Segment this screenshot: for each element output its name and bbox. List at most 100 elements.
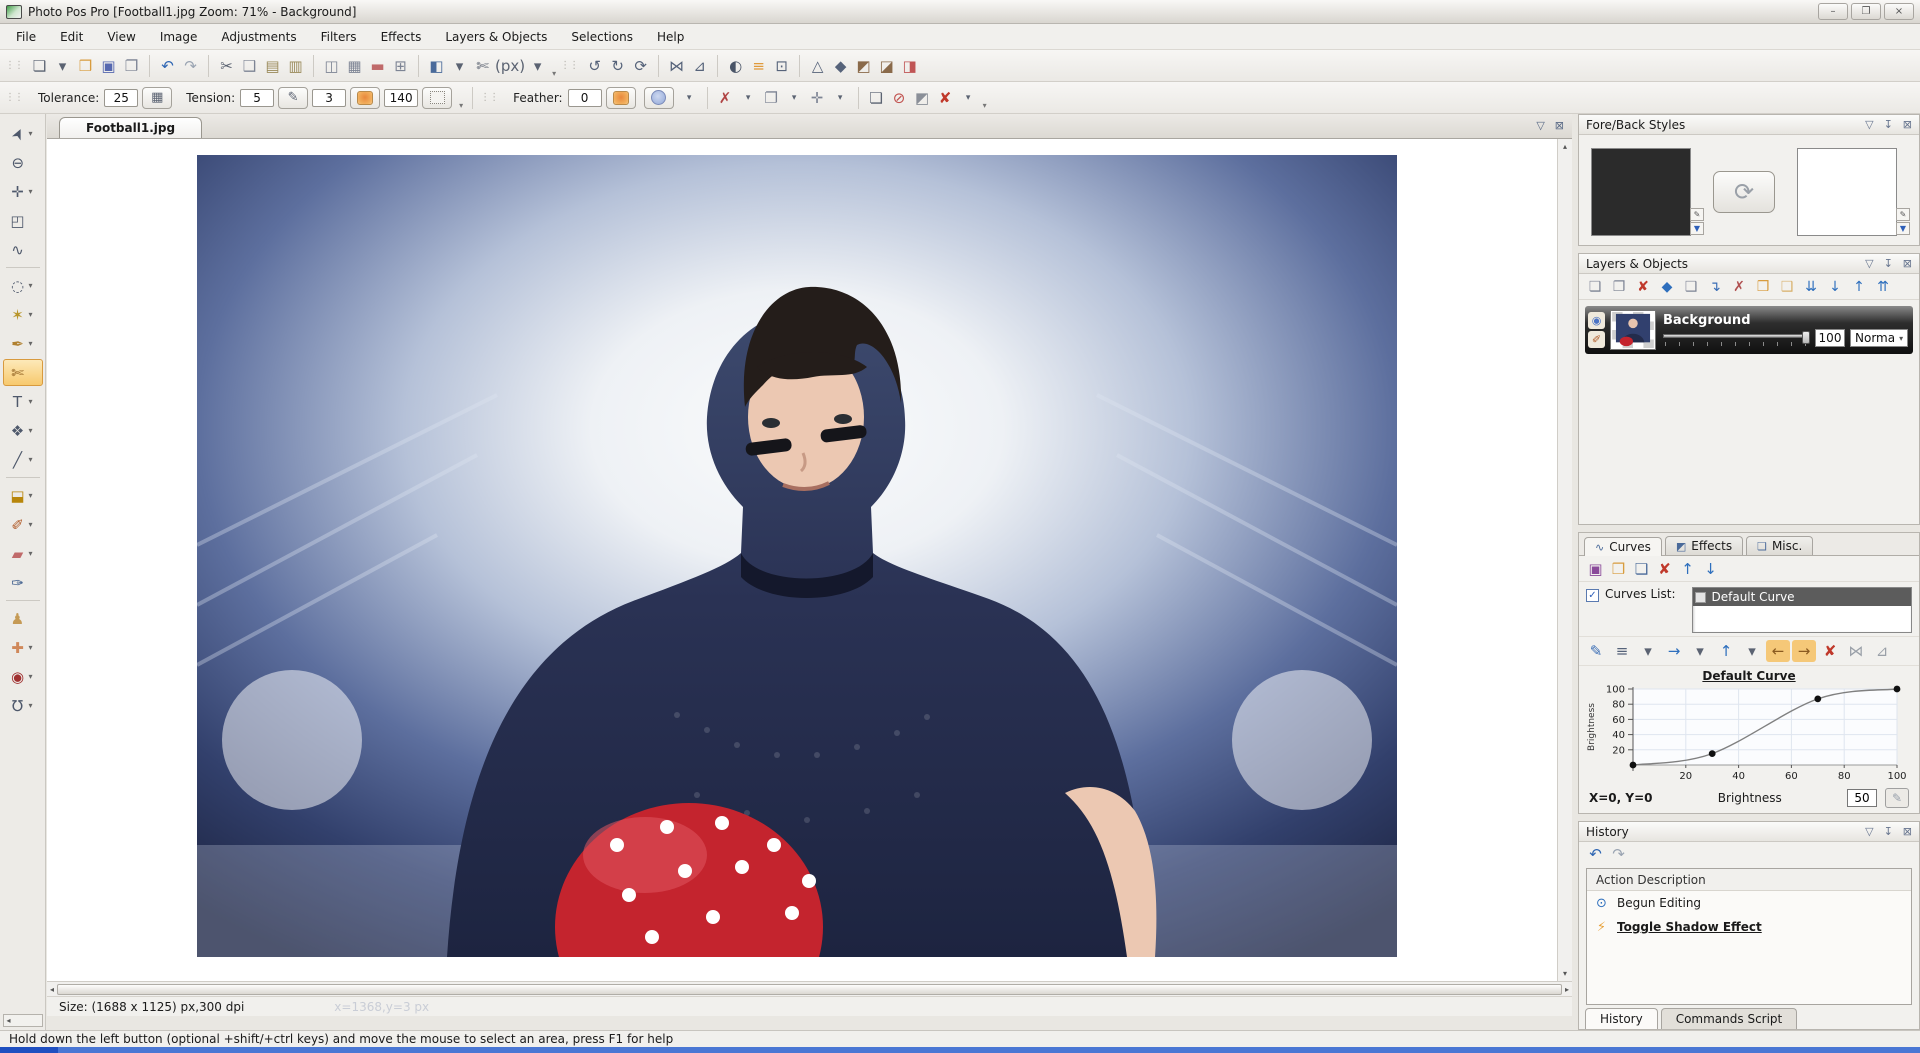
tool-caret-icon[interactable]: ▾: [29, 426, 39, 435]
brush-style-button[interactable]: [350, 87, 380, 109]
curves-list-item[interactable]: Default Curve: [1693, 588, 1912, 606]
tool-caret-icon[interactable]: ▾: [29, 281, 39, 290]
curve-pen-button[interactable]: ✎: [1885, 788, 1909, 808]
tool-caret-icon[interactable]: ▾: [29, 549, 39, 558]
toolbar-grip[interactable]: ⋮⋮: [560, 60, 578, 71]
move-up-icon[interactable]: ↑: [1847, 275, 1871, 299]
layer-row-background[interactable]: ◉ ✐ Background: [1585, 306, 1913, 354]
new-curve-icon[interactable]: ❏: [1630, 557, 1653, 581]
curve-chart-svg[interactable]: 2040608010020406080100Brightness: [1585, 683, 1909, 783]
tab-curves[interactable]: ∿ Curves: [1584, 537, 1662, 556]
tool-caret-icon[interactable]: ▾: [29, 397, 39, 406]
smart-select-tool[interactable]: ✄: [3, 359, 43, 386]
tolerance-input[interactable]: [104, 89, 138, 107]
reset-curve-icon[interactable]: ✘: [1818, 640, 1842, 662]
apply-horizontal-caret-icon[interactable]: ▾: [1688, 640, 1712, 662]
close-button[interactable]: ×: [1884, 3, 1914, 20]
layer-paint-icon[interactable]: ✐: [1588, 331, 1605, 348]
tab-commands-script[interactable]: Commands Script: [1661, 1008, 1798, 1029]
scroll-right-icon[interactable]: ▸: [1565, 985, 1569, 994]
pen-tool[interactable]: ✒▾: [3, 330, 43, 357]
delete-selection-icon[interactable]: ✘: [934, 86, 957, 110]
add-object-icon[interactable]: ❑: [1679, 275, 1703, 299]
open-icon[interactable]: ❒: [74, 54, 97, 78]
tool-button[interactable]: [6, 267, 40, 268]
path-tool[interactable]: ∿: [3, 236, 43, 263]
tension-input[interactable]: [240, 89, 274, 107]
move-curve-up-icon[interactable]: ↑: [1676, 557, 1699, 581]
tool-caret-icon[interactable]: ▾: [29, 455, 39, 464]
frame-effect-icon[interactable]: ◩: [852, 54, 875, 78]
tool-caret-icon[interactable]: ▾: [29, 187, 39, 196]
scroll-down-icon[interactable]: ▾: [1563, 969, 1567, 978]
layer-properties-icon[interactable]: ◆: [1655, 275, 1679, 299]
image-browser-icon[interactable]: ◧: [425, 54, 448, 78]
cut-icon[interactable]: ✂: [215, 54, 238, 78]
canvas-viewport[interactable]: ▴ ▾: [47, 139, 1572, 981]
acquire-image-icon[interactable]: ◫: [320, 54, 343, 78]
delete-curve-icon[interactable]: ✘: [1653, 557, 1676, 581]
history-item[interactable]: ⊙ Begun Editing: [1587, 891, 1911, 915]
tool-caret-icon[interactable]: ▾: [29, 701, 39, 710]
tool-caret-icon[interactable]: ▾: [29, 520, 39, 529]
document-close-icon[interactable]: ⊠: [1555, 119, 1564, 132]
save-all-icon[interactable]: ❐: [120, 54, 143, 78]
move-down-icon[interactable]: ↓: [1823, 275, 1847, 299]
menu-effects[interactable]: Effects: [369, 25, 434, 49]
red-eye-tool[interactable]: ◉▾: [3, 663, 43, 690]
curves-listbox[interactable]: Default Curve: [1692, 587, 1913, 633]
ungroup-layers-icon[interactable]: ❑: [1775, 275, 1799, 299]
copy-selection-icon[interactable]: ❐: [760, 86, 783, 110]
tab-effects[interactable]: ◩ Effects: [1665, 536, 1743, 555]
lasso-tool[interactable]: ℧▾: [3, 692, 43, 719]
text-tool[interactable]: T▾: [3, 388, 43, 415]
tool-caret-icon[interactable]: ▾: [29, 491, 39, 500]
delete-selection-caret-icon[interactable]: ▾: [957, 86, 980, 110]
show-rulers-icon[interactable]: ▬: [366, 54, 389, 78]
flip-curve-vertical-icon[interactable]: ⊿: [1870, 640, 1894, 662]
document-menu-icon[interactable]: ▽: [1536, 119, 1544, 132]
texture-effect-icon[interactable]: ◪: [875, 54, 898, 78]
apply-vertical-icon[interactable]: ↑: [1714, 640, 1738, 662]
apply-vertical-caret-icon[interactable]: ▾: [1740, 640, 1764, 662]
blend-mode-caret-icon[interactable]: ▾: [1899, 334, 1903, 343]
split-view-icon[interactable]: ⊞: [389, 54, 412, 78]
restore-button[interactable]: ❐: [1851, 3, 1881, 20]
menu-edit[interactable]: Edit: [48, 25, 95, 49]
tab-misc[interactable]: ❏ Misc.: [1746, 536, 1813, 555]
save-icon[interactable]: ▣: [97, 54, 120, 78]
tool-caret-icon[interactable]: ▾: [29, 339, 39, 348]
tool-caret-icon[interactable]: ▾: [29, 672, 39, 681]
zoom-tool[interactable]: ⊘: [3, 149, 43, 176]
move-selection-caret-icon[interactable]: ▾: [829, 86, 852, 110]
copy-icon[interactable]: ❑: [238, 54, 261, 78]
background-picker-icon[interactable]: ▼: [1896, 222, 1910, 235]
marquee-select-tool[interactable]: ◌▾: [3, 272, 43, 299]
menu-view[interactable]: View: [95, 25, 147, 49]
toolbar-grip[interactable]: ⋮⋮: [480, 92, 498, 103]
history-redo-icon[interactable]: ↷: [1607, 842, 1630, 866]
horizontal-scrollbar[interactable]: ◂ ▸: [47, 981, 1572, 996]
show-grid-icon[interactable]: ▦: [343, 54, 366, 78]
selection-shape-caret-icon[interactable]: ▾: [678, 86, 701, 110]
sharpen-icon[interactable]: △: [806, 54, 829, 78]
tool-caret-icon[interactable]: ▾: [29, 643, 39, 652]
background-edit-icon[interactable]: ✎: [1896, 208, 1910, 221]
image-browser-caret-icon[interactable]: ▾: [448, 54, 471, 78]
tool-palette-collapse-handle[interactable]: ◂: [3, 1014, 43, 1027]
node-edit-tool[interactable]: ╱▾: [3, 446, 43, 473]
foreground-color-swatch[interactable]: ✎ ▼: [1591, 148, 1691, 236]
free-rotate-icon[interactable]: ⟳: [629, 54, 652, 78]
foreground-picker-icon[interactable]: ▼: [1690, 222, 1704, 235]
tool-button[interactable]: [6, 477, 40, 478]
history-item[interactable]: ⚡ Toggle Shadow Effect: [1587, 915, 1911, 939]
delete-layer-icon[interactable]: ✘: [1631, 275, 1655, 299]
toolbar-grip[interactable]: ⋮⋮: [5, 92, 23, 103]
clear-selection-icon[interactable]: ⊘: [888, 86, 911, 110]
feather-input[interactable]: [568, 89, 602, 107]
curve-presets-caret-icon[interactable]: ▾: [1636, 640, 1660, 662]
panel-menu-icon[interactable]: ▽: [1865, 257, 1873, 270]
curve-presets-icon[interactable]: ≡: [1610, 640, 1634, 662]
redo-icon[interactable]: ↷: [179, 54, 202, 78]
color-filter-icon[interactable]: ◨: [898, 54, 921, 78]
